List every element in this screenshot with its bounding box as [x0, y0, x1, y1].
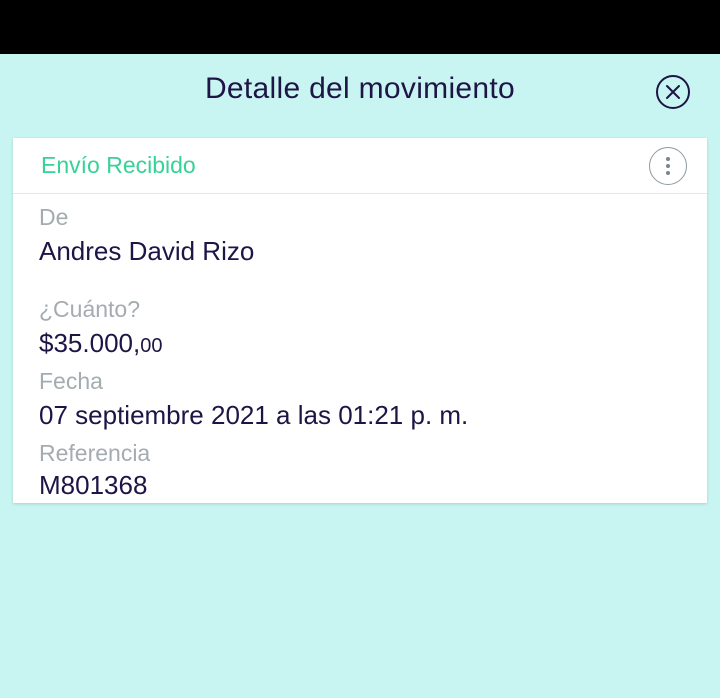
reference-label: Referencia — [39, 440, 151, 466]
date-value: 07 septiembre 2021 a las 01:21 p. m. — [39, 400, 469, 430]
transaction-type: Envío Recibido — [41, 152, 196, 178]
amount-cents: 00 — [140, 335, 163, 357]
more-vertical-icon — [666, 171, 670, 175]
close-icon — [666, 85, 680, 99]
amount-value: $35.000,00 — [39, 328, 162, 359]
more-options-button[interactable] — [649, 147, 687, 185]
more-vertical-icon — [666, 157, 670, 161]
transaction-detail-card: Envío Recibido De Andres David Rizo ¿Cuá… — [13, 138, 707, 503]
date-label: Fecha — [39, 368, 103, 394]
close-button[interactable] — [656, 75, 690, 109]
amount-label: ¿Cuánto? — [39, 296, 141, 322]
reference-value: M801368 — [39, 470, 148, 500]
more-vertical-icon — [666, 164, 670, 168]
card-header: Envío Recibido — [13, 138, 707, 194]
amount-main: $35.000, — [39, 328, 141, 358]
page-title: Detalle del movimiento — [204, 72, 516, 105]
header: Detalle del movimiento — [0, 54, 720, 132]
from-value: Andres David Rizo — [39, 236, 255, 266]
status-bar — [0, 0, 720, 54]
from-label: De — [39, 204, 69, 230]
